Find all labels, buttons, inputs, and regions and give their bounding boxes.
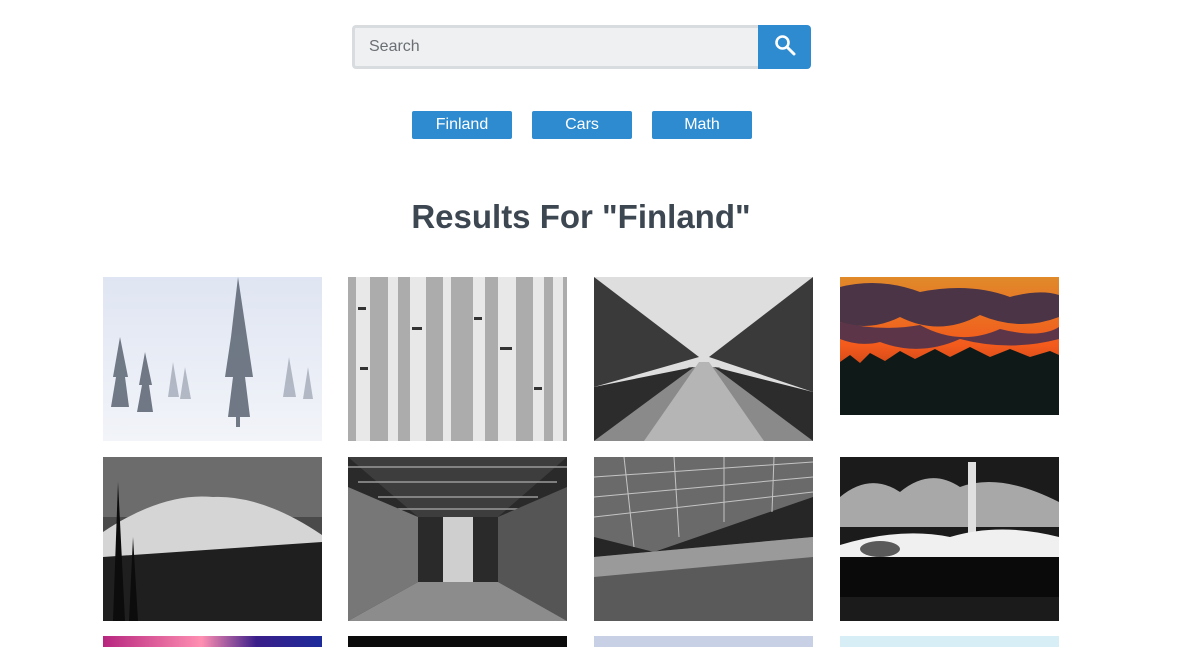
image-station-hall[interactable] <box>348 457 567 621</box>
category-chips: Finland Cars Math <box>412 111 752 139</box>
image-neon-lights[interactable] <box>103 636 322 647</box>
image-birch-forest[interactable] <box>348 277 567 441</box>
search-button[interactable] <box>758 25 811 69</box>
image-sunset-sky[interactable] <box>840 277 1059 415</box>
chip-cars[interactable]: Cars <box>532 111 632 139</box>
image-snowy-forest[interactable] <box>103 277 322 441</box>
image-pale-sky[interactable] <box>594 636 813 647</box>
image-canal-trees[interactable] <box>594 277 813 441</box>
chip-finland[interactable]: Finland <box>412 111 512 139</box>
image-dark[interactable] <box>348 636 567 647</box>
search-input[interactable] <box>352 25 758 69</box>
results-title: Results For "Finland" <box>411 198 751 235</box>
image-chimney-building[interactable] <box>840 457 1059 621</box>
chip-math[interactable]: Math <box>652 111 752 139</box>
image-fell-mountain[interactable] <box>103 457 322 621</box>
search-icon <box>774 34 796 61</box>
image-light-blue[interactable] <box>840 636 1059 647</box>
search-bar <box>352 25 811 69</box>
image-station-platform[interactable] <box>594 457 813 621</box>
